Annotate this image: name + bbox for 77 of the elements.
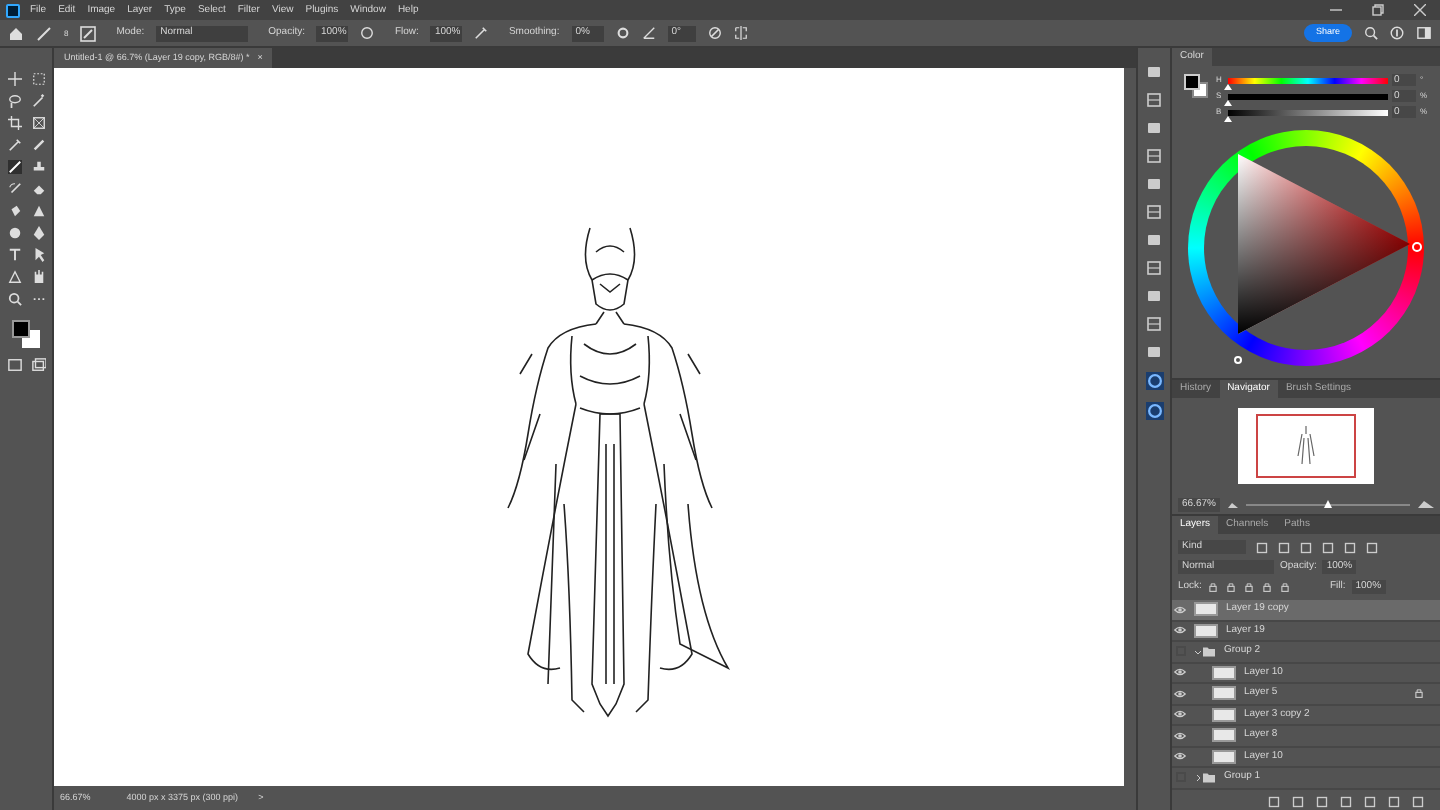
eye-icon[interactable] [1174,666,1186,679]
search-icon[interactable] [1364,26,1378,40]
minimize-icon[interactable] [1330,4,1342,16]
close-icon[interactable] [1414,4,1426,16]
lock-all-icon[interactable] [1279,582,1290,592]
bucket-icon[interactable] [7,204,21,218]
blur-icon[interactable] [7,226,21,240]
app-logo-icon [6,3,20,17]
hand-icon[interactable] [31,270,45,284]
layer-thumbnail [1212,665,1236,680]
eye-icon[interactable] [1174,687,1186,700]
layer-thumbnail [1194,602,1218,617]
figure-thumbnail-drawing [1296,426,1316,466]
pressure-size-icon[interactable] [707,26,722,40]
eye-icon[interactable] [1174,708,1186,721]
color-picker-handle[interactable] [1234,356,1242,364]
eye-icon[interactable] [1174,624,1186,637]
bandage-icon[interactable] [31,138,45,152]
move-icon[interactable] [7,72,21,86]
visibility-toggle[interactable] [1175,646,1185,657]
layer-thumbnail [1212,749,1236,764]
layer-thumbnail [1212,707,1236,722]
visibility-toggle[interactable] [1175,772,1185,783]
wand-icon[interactable] [31,94,45,108]
shape-icon[interactable] [7,270,21,284]
eyedropper-icon[interactable] [7,138,21,152]
marquee-icon[interactable] [31,72,45,86]
eye-icon[interactable] [1174,729,1186,742]
crop-icon[interactable] [7,116,21,130]
layer-thumbnail [1212,728,1236,743]
type-icon[interactable] [7,248,21,262]
stamp-icon[interactable] [31,160,45,174]
screen-mode-icon[interactable] [31,358,45,372]
small-mountain-icon[interactable] [1227,501,1238,507]
lock-position-icon[interactable] [1243,582,1254,592]
saturation-brightness-triangle[interactable] [1238,154,1410,334]
eye-icon[interactable] [1174,750,1186,763]
history-brush-icon[interactable] [7,182,21,196]
home-icon[interactable] [8,25,24,41]
foreground-swatch[interactable] [1184,74,1200,90]
symmetry-icon[interactable] [733,26,748,40]
eraser-icon[interactable] [31,182,45,196]
lock-artboard-icon[interactable] [1261,582,1272,592]
pen-icon[interactable] [31,226,45,240]
view-frame[interactable] [1256,414,1356,478]
airbrush-icon[interactable] [474,26,489,40]
circle-selection-icon[interactable] [1145,402,1163,420]
workspace-icon[interactable] [1416,26,1432,40]
hue-handle[interactable] [1412,242,1422,252]
pointer-icon[interactable] [31,248,45,262]
learn-icon[interactable] [1390,26,1404,40]
lock-icon[interactable] [1414,688,1424,699]
navigator-thumbnail[interactable] [1238,408,1374,484]
foreground-color-swatch[interactable] [12,320,30,338]
color-ring-icon[interactable] [1145,372,1163,390]
folder-icon[interactable] [1202,645,1216,658]
triangle-icon[interactable] [31,204,45,218]
lasso-icon[interactable] [7,94,21,108]
more-icon[interactable] [31,292,45,306]
brush-icon[interactable] [36,25,52,41]
pressure-opacity-icon[interactable] [360,26,375,40]
frame-icon[interactable] [31,116,45,130]
quick-mask-icon[interactable] [7,358,21,372]
settings-icon[interactable] [615,26,630,40]
brush-panel-icon[interactable] [80,25,97,41]
large-mountain-icon[interactable] [1418,500,1434,508]
zoom-slider-thumb[interactable] [1323,499,1332,507]
eye-icon[interactable] [1174,603,1186,616]
zoom-icon[interactable] [7,292,21,306]
layer-thumbnail [1212,686,1236,701]
restore-icon[interactable] [1372,4,1384,16]
lock-pixels-icon[interactable] [1207,582,1218,592]
folder-icon[interactable] [1202,771,1216,784]
lock-paint-icon[interactable] [1225,582,1236,592]
slider-thumb[interactable] [1224,115,1232,121]
layer-thumbnail [1194,623,1218,638]
angle-icon[interactable] [641,26,656,40]
